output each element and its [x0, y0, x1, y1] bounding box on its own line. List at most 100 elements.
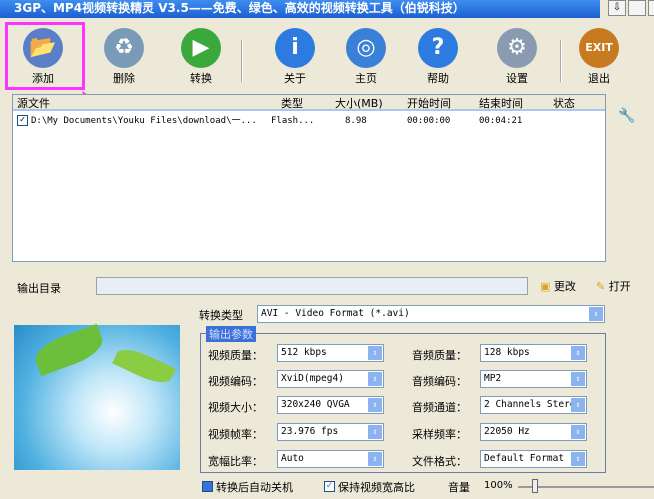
table-row[interactable]: ✓ D:\My Documents\Youku Files\download\一…	[13, 113, 605, 129]
info-icon: i	[275, 28, 315, 68]
chevron-updown-icon: ⇕	[571, 452, 585, 466]
param-select[interactable]: 2 Channels Stere⇕	[480, 396, 587, 414]
chevron-updown-icon: ⇕	[368, 372, 382, 386]
toolbar-label: 关于	[284, 72, 306, 85]
toolbar-button-2[interactable]: ▶ 转换	[168, 24, 234, 90]
row-type: Flash...	[271, 113, 314, 129]
param-value: Auto	[281, 453, 304, 464]
param-label: 宽幅比率：	[208, 453, 263, 469]
chevron-updown-icon: ⇕	[368, 425, 382, 439]
output-dir-input[interactable]	[96, 277, 528, 295]
title-bar: 3GP、MP4视频转换精灵 V3.5——免费、绿色、高效的视频转换工具（伯锐科技…	[0, 0, 600, 18]
convert-type-select[interactable]: AVI - Video Format (*.avi) ⇕	[257, 305, 605, 323]
param-label: 音频质量：	[412, 347, 467, 363]
row-start: 00:00:00	[407, 113, 450, 129]
param-value: XviD(mpeg4)	[281, 373, 344, 384]
param-label: 视频帧率：	[208, 426, 263, 442]
toolbar-button-4[interactable]: ◎ 主页	[333, 24, 399, 90]
row-checkbox[interactable]: ✓	[17, 115, 28, 126]
chevron-updown-icon: ⇕	[368, 398, 382, 412]
param-select[interactable]: 512 kbps ⇕	[277, 344, 384, 362]
minimize-button[interactable]: ⇩	[608, 0, 626, 16]
param-value: MP2	[484, 373, 501, 384]
param-select[interactable]: Default Format ⇕	[480, 450, 587, 468]
row-end: 00:04:21	[479, 113, 522, 129]
volume-slider[interactable]	[518, 486, 654, 488]
exit-door-icon: EXIT	[579, 28, 619, 68]
toolbar-button-6[interactable]: ⚙设置	[484, 24, 550, 90]
row-size: 8.98	[345, 113, 367, 129]
output-params-legend: 输出参数	[206, 326, 256, 342]
toolbar-label: 退出	[588, 72, 610, 85]
chevron-updown-icon: ⇕	[589, 307, 603, 321]
shutdown-checkbox[interactable]	[202, 481, 213, 492]
highlight-box	[5, 22, 85, 90]
param-label: 视频质量：	[208, 347, 263, 363]
chevron-updown-icon: ⇕	[571, 398, 585, 412]
param-select[interactable]: 320x240 QVGA ⇕	[277, 396, 384, 414]
keep-ratio-label: 保持视频宽高比	[338, 479, 415, 495]
param-value: 23.976 fps	[281, 426, 338, 437]
col-type[interactable]: 类型	[281, 95, 303, 111]
param-value: 22050 Hz	[484, 426, 530, 437]
toolbar-label: 主页	[355, 72, 377, 85]
convert-type-label: 转换类型	[199, 307, 243, 323]
tools-icon[interactable]: 🔧	[618, 108, 635, 124]
chevron-updown-icon: ⇕	[571, 425, 585, 439]
recycle-bin-icon: ♻	[104, 28, 144, 68]
shutdown-label: 转换后自动关机	[216, 479, 293, 495]
param-label: 采样频率：	[412, 426, 467, 442]
chevron-updown-icon: ⇕	[368, 346, 382, 360]
maximize-button[interactable]	[628, 0, 646, 16]
toolbar-separator	[560, 40, 562, 82]
volume-slider-thumb[interactable]	[532, 479, 538, 493]
open-icon: ✎	[596, 280, 605, 293]
param-select[interactable]: 23.976 fps ⇕	[277, 423, 384, 441]
change-label: 更改	[554, 280, 576, 293]
param-select[interactable]: MP2⇕	[480, 370, 587, 388]
toolbar-button-3[interactable]: i 关于	[262, 24, 328, 90]
param-label: 音频通道：	[412, 399, 467, 415]
file-list-header: 源文件 类型 大小(MB) 开始时间 结束时间 状态	[13, 95, 605, 111]
open-label: 打开	[609, 280, 631, 293]
param-value: 2 Channels Stere	[484, 399, 576, 410]
toolbar-label: 删除	[113, 72, 135, 85]
chevron-updown-icon: ⇕	[571, 346, 585, 360]
param-value: Default Format	[484, 453, 564, 464]
param-label: 音频编码：	[412, 373, 467, 389]
close-button[interactable]	[648, 0, 654, 16]
col-start[interactable]: 开始时间	[407, 95, 451, 111]
output-dir-label: 输出目录	[17, 280, 61, 296]
open-button[interactable]: ✎ 打开	[596, 278, 631, 294]
col-source[interactable]: 源文件	[17, 95, 50, 111]
param-select[interactable]: Auto ⇕	[277, 450, 384, 468]
toolbar-label: 帮助	[427, 72, 449, 85]
col-end[interactable]: 结束时间	[479, 95, 523, 111]
param-value: 512 kbps	[281, 347, 327, 358]
param-select[interactable]: 22050 Hz ⇕	[480, 423, 587, 441]
param-label: 文件格式：	[412, 453, 467, 469]
preview-image	[14, 325, 180, 470]
change-button[interactable]: ▣ 更改	[540, 278, 576, 294]
param-select[interactable]: XviD(mpeg4) ⇕	[277, 370, 384, 388]
param-select[interactable]: 128 kbps⇕	[480, 344, 587, 362]
param-label: 视频大小：	[208, 399, 263, 415]
folder-icon: ▣	[540, 280, 550, 293]
toolbar-button-5[interactable]: ? 帮助	[405, 24, 471, 90]
col-size[interactable]: 大小(MB)	[335, 95, 383, 111]
help-icon: ?	[418, 28, 458, 68]
volume-value: 100%	[484, 480, 513, 491]
settings-computer-icon: ⚙	[497, 28, 537, 68]
chevron-updown-icon: ⇕	[368, 452, 382, 466]
param-value: 320x240 QVGA	[281, 399, 350, 410]
convert-type-value: AVI - Video Format (*.avi)	[261, 308, 410, 319]
keep-ratio-checkbox[interactable]: ✓	[324, 481, 335, 492]
file-list[interactable]: 源文件 类型 大小(MB) 开始时间 结束时间 状态 ✓ D:\My Docum…	[12, 94, 606, 262]
col-status[interactable]: 状态	[553, 95, 575, 111]
toolbar-button-1[interactable]: ♻ 删除	[91, 24, 157, 90]
row-file: D:\My Documents\Youku Files\download\一..…	[31, 113, 257, 129]
globe-icon: ◎	[346, 28, 386, 68]
play-icon: ▶	[181, 28, 221, 68]
toolbar-label: 转换	[190, 72, 212, 85]
toolbar-button-7[interactable]: EXIT 退出	[566, 24, 632, 90]
